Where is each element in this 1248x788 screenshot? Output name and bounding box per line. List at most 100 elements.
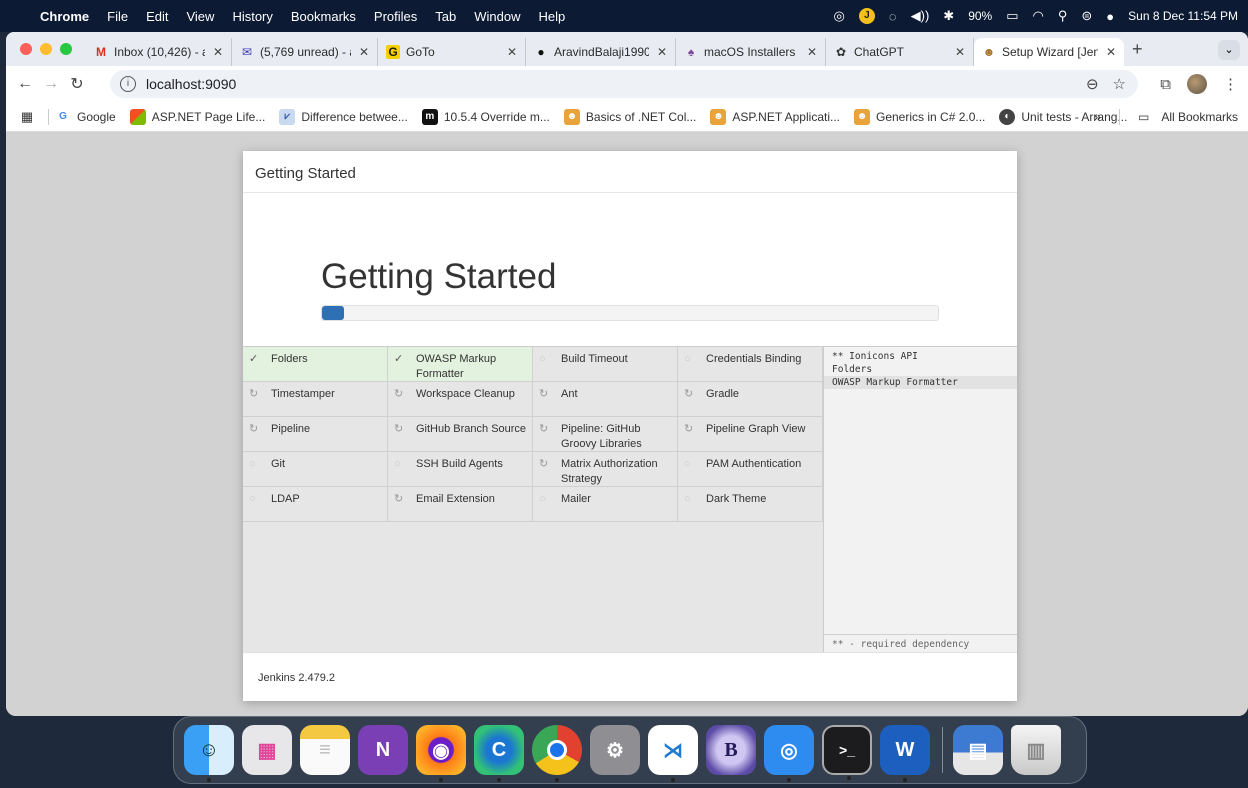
tab-label: AravindBalaji1990 xyxy=(554,45,649,59)
extensions-icon[interactable]: ⧉ xyxy=(1160,76,1171,93)
cursor-app-icon[interactable]: ◎ xyxy=(764,725,814,782)
plugin-list: ✓ Folders ✓ OWASP Markup Formatter ○ Build Ti… xyxy=(243,346,823,652)
forward-icon[interactable]: → xyxy=(38,75,64,93)
firefox-icon[interactable]: ◉ xyxy=(416,725,466,782)
bookmark-label: Google xyxy=(77,109,116,124)
close-tab-icon[interactable]: ✕ xyxy=(807,45,817,59)
plugin-item: ✓ OWASP Markup Formatter xyxy=(388,347,533,382)
reload-icon[interactable]: ↻ xyxy=(64,74,90,94)
spinner-icon: ↻ xyxy=(684,388,694,400)
bookmark-aspnet-page-life[interactable]: ASP.NET Page Life... xyxy=(129,108,265,125)
trash-icon[interactable]: ▥ xyxy=(1011,725,1061,775)
menu-edit[interactable]: Edit xyxy=(146,9,168,24)
bookmark-google[interactable]: G Google xyxy=(55,109,116,125)
launchpad-icon[interactable]: ▦ xyxy=(242,725,292,775)
system-settings-icon[interactable]: ⚙ xyxy=(590,725,640,775)
chrome-icon[interactable] xyxy=(532,725,582,782)
tab-label: GoTo xyxy=(406,45,435,59)
menu-app-name[interactable]: Chrome xyxy=(40,9,89,24)
tab-search-icon[interactable]: ⌄ xyxy=(1218,40,1240,60)
volume-icon[interactable]: ◀)) xyxy=(911,8,930,24)
menu-profiles[interactable]: Profiles xyxy=(374,9,417,24)
user-status-icon[interactable]: J xyxy=(858,8,875,24)
tab-label: macOS Installers f xyxy=(704,45,799,59)
back-icon[interactable]: ← xyxy=(12,75,38,93)
apps-grid-icon[interactable]: ▦ xyxy=(12,109,42,125)
bookmark-generics-csharp[interactable]: ☻ Generics in C# 2.0... xyxy=(854,108,986,125)
jenkins-version: Jenkins 2.479.2 xyxy=(243,652,1017,701)
finder-icon[interactable]: ☺ xyxy=(184,725,234,782)
edge-icon[interactable]: C xyxy=(474,725,524,782)
menu-file[interactable]: File xyxy=(107,9,128,24)
control-center-icon[interactable]: ⊜ xyxy=(1081,8,1092,24)
google-icon: G xyxy=(59,110,67,122)
notes-icon[interactable]: ≡ xyxy=(300,725,350,775)
plugin-name: Workspace Cleanup xyxy=(416,388,515,400)
bluetooth-icon[interactable]: ✱ xyxy=(943,8,954,24)
bookmark-difference-between[interactable]: ⩗ Difference betwee... xyxy=(279,108,408,125)
all-bookmarks-button[interactable]: All Bookmarks xyxy=(1161,110,1238,124)
bbedit-icon[interactable]: B xyxy=(706,725,756,775)
downloads-folder-icon[interactable]: ▤ xyxy=(953,725,1003,775)
plugin-item: ↻ Email Extension xyxy=(388,487,533,522)
zoom-window-button[interactable] xyxy=(60,43,72,55)
tab-goto[interactable]: G GoTo ✕ xyxy=(378,38,526,66)
minimize-window-button[interactable] xyxy=(40,43,52,55)
plugin-item: ↻ Pipeline xyxy=(243,417,388,452)
bookmarks-bar: ▦ G Google ASP.NET Page Life... ⩗ Differ… xyxy=(6,102,1248,132)
bookmark-aspnet-application[interactable]: ☻ ASP.NET Applicati... xyxy=(710,108,840,125)
tab-chatgpt[interactable]: ✿ ChatGPT ✕ xyxy=(826,38,974,66)
word-icon[interactable]: W xyxy=(880,725,930,782)
menu-view[interactable]: View xyxy=(186,9,214,24)
tab-gmail-inbox[interactable]: M Inbox (10,426) - a ✕ xyxy=(86,38,232,66)
plugin-name: Credentials Binding xyxy=(706,353,802,365)
bookmark-override-method[interactable]: m 10.5.4 Override m... xyxy=(421,108,550,125)
menu-history[interactable]: History xyxy=(232,9,272,24)
chrome-menu-icon[interactable]: ⋮ xyxy=(1223,75,1238,93)
close-tab-icon[interactable]: ✕ xyxy=(657,45,667,59)
plugin-item: ↻ Timestamper xyxy=(243,382,388,417)
close-tab-icon[interactable]: ✕ xyxy=(955,45,965,59)
site-info-icon[interactable]: i xyxy=(120,76,136,92)
clock[interactable]: Sun 8 Dec 11:54 PM xyxy=(1128,9,1238,23)
bookmark-basics-net-col[interactable]: ☻ Basics of .NET Col... xyxy=(563,108,696,125)
page-content: Getting Started Getting Started ✓ Folders… xyxy=(6,132,1248,716)
menu-tab[interactable]: Tab xyxy=(435,9,456,24)
battery-icon[interactable]: ▭ xyxy=(1006,8,1018,24)
url-text[interactable]: localhost:9090 xyxy=(146,76,236,92)
bookmark-star-icon[interactable]: ☆ xyxy=(1113,75,1126,93)
siri-icon[interactable]: ● xyxy=(1106,9,1114,24)
plugin-name: Dark Theme xyxy=(706,493,767,505)
menu-window[interactable]: Window xyxy=(474,9,520,24)
close-tab-icon[interactable]: ✕ xyxy=(359,45,369,59)
address-bar[interactable]: i localhost:9090 ⊖ ☆ xyxy=(110,70,1138,98)
onenote-icon[interactable]: N xyxy=(358,725,408,775)
divider xyxy=(1118,109,1120,125)
wifi-icon[interactable]: ◠ xyxy=(1033,8,1044,24)
tab-github[interactable]: ● AravindBalaji1990 ✕ xyxy=(526,38,676,66)
focus-icon[interactable]: ◌ xyxy=(889,9,897,24)
spinner-icon: ↻ xyxy=(684,423,694,435)
menu-bookmarks[interactable]: Bookmarks xyxy=(291,9,356,24)
hero-section: Getting Started xyxy=(243,193,1017,346)
profile-avatar[interactable] xyxy=(1187,74,1207,94)
terminal-icon[interactable]: >_ xyxy=(822,725,872,780)
search-icon[interactable]: ⚲ xyxy=(1058,8,1068,24)
vscode-icon[interactable]: ⋊ xyxy=(648,725,698,782)
close-tab-icon[interactable]: ✕ xyxy=(507,45,517,59)
tab-macos-installers[interactable]: ♠ macOS Installers f ✕ xyxy=(676,38,826,66)
bookmark-label: Generics in C# 2.0... xyxy=(876,109,986,124)
new-tab-icon[interactable]: + xyxy=(1132,39,1143,60)
close-tab-icon[interactable]: ✕ xyxy=(213,45,223,59)
close-tab-icon[interactable]: ✕ xyxy=(1106,45,1116,59)
tab-mail[interactable]: ✉ (5,769 unread) - a ✕ xyxy=(232,38,378,66)
close-window-button[interactable] xyxy=(20,43,32,55)
cursor-status-icon[interactable]: ◎ xyxy=(834,8,845,24)
window-controls xyxy=(6,43,86,55)
install-log[interactable]: ** Ionicons API Folders OWASP Markup For… xyxy=(823,346,1017,652)
tab-setup-wizard[interactable]: ☻ Setup Wizard [Jen ✕ xyxy=(974,38,1124,66)
more-bookmarks-icon[interactable]: » xyxy=(1094,110,1101,124)
zoom-icon[interactable]: ⊖ xyxy=(1086,75,1099,93)
menu-help[interactable]: Help xyxy=(539,9,566,24)
spinner-icon: ↻ xyxy=(394,423,404,435)
